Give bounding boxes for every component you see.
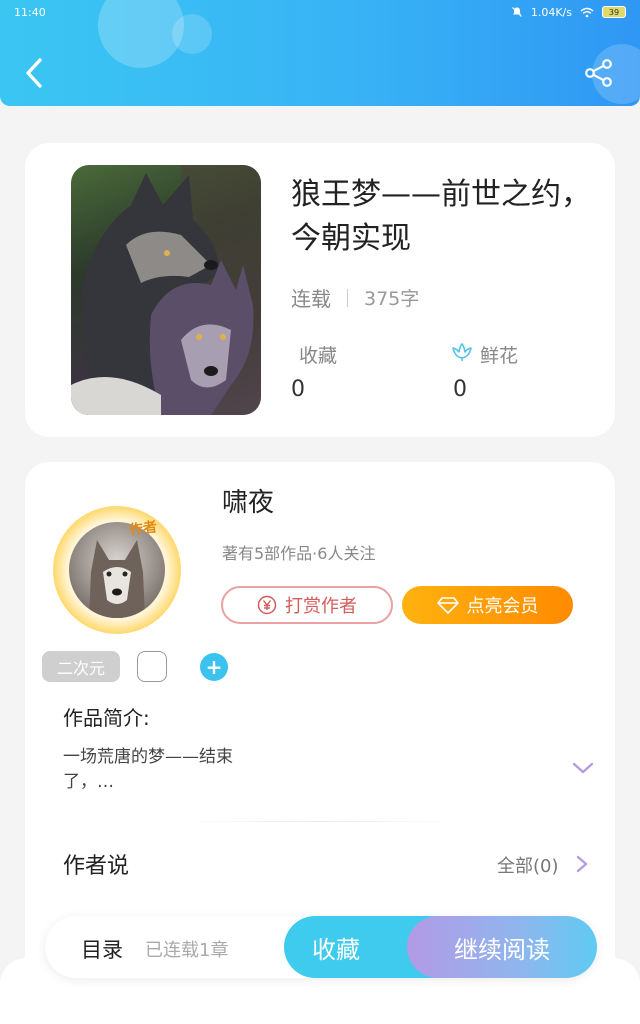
book-meta: 连载 375字 (291, 283, 419, 312)
word-count: 375字 (364, 288, 420, 310)
chevron-right-icon[interactable] (575, 854, 589, 874)
yen-coin-icon (257, 595, 277, 615)
activate-vip-button[interactable]: 点亮会员 (402, 586, 573, 624)
book-cover-image[interactable] (71, 165, 261, 415)
share-icon[interactable] (584, 58, 614, 88)
flower-icon (452, 343, 472, 361)
section-divider (175, 821, 465, 822)
book-title: 狼王梦——前世之约，今朝实现 (291, 177, 591, 256)
diamond-icon (436, 597, 459, 614)
book-info-card: 狼王梦——前世之约，今朝实现 连载 375字 收藏 0 鲜花 0 (25, 143, 615, 437)
continue-reading-button[interactable]: 继续阅读 (407, 916, 597, 978)
status-bar: 11:40 1.04K/s 39 (0, 0, 640, 24)
serial-status: 连载 (291, 287, 331, 311)
collect-stat-value: 0 (291, 377, 305, 402)
genre-tag[interactable]: 二次元 (42, 651, 120, 682)
flower-stat-value: 0 (453, 377, 467, 402)
battery-icon: 39 (602, 6, 626, 18)
flower-stat-label: 鲜花 (480, 345, 519, 367)
collect-stat-label: 收藏 (299, 345, 338, 367)
network-speed: 1.04K/s (530, 5, 572, 19)
bottom-action-bar: 目录 已连载1章 收藏 继续阅读 (45, 916, 597, 978)
top-header: 11:40 1.04K/s 39 (0, 0, 640, 106)
tip-author-button[interactable]: 打赏作者 (221, 586, 393, 624)
tip-author-label: 打赏作者 (285, 596, 357, 617)
author-badge: 作者 (128, 519, 159, 539)
chevron-down-icon[interactable] (571, 760, 595, 776)
intro-text: 一场荒唐的梦——结束了，… (63, 747, 233, 792)
plus-icon[interactable]: + (200, 653, 228, 681)
meta-divider (347, 288, 348, 307)
status-time: 11:40 (14, 5, 46, 19)
author-avatar-frame[interactable]: 作者 (53, 506, 181, 634)
chevron-left-icon[interactable] (22, 56, 46, 90)
mute-bell-icon (511, 7, 522, 17)
wifi-icon (580, 7, 594, 17)
author-summary: 著有5部作品·6人关注 (222, 544, 376, 563)
chapter-count: 已连载1章 (145, 940, 229, 961)
intro-title: 作品简介: (63, 706, 150, 730)
author-says-all-link[interactable]: 全部(0) (497, 852, 559, 878)
table-of-contents-button[interactable]: 目录 (81, 934, 123, 964)
status-icons: 1.04K/s 39 (511, 6, 626, 19)
author-name[interactable]: 啸夜 (222, 482, 274, 519)
empty-tag[interactable] (137, 651, 167, 682)
wolf-illustration (71, 165, 261, 415)
author-says-title: 作者说 (63, 854, 130, 879)
activate-vip-label: 点亮会员 (466, 596, 539, 617)
